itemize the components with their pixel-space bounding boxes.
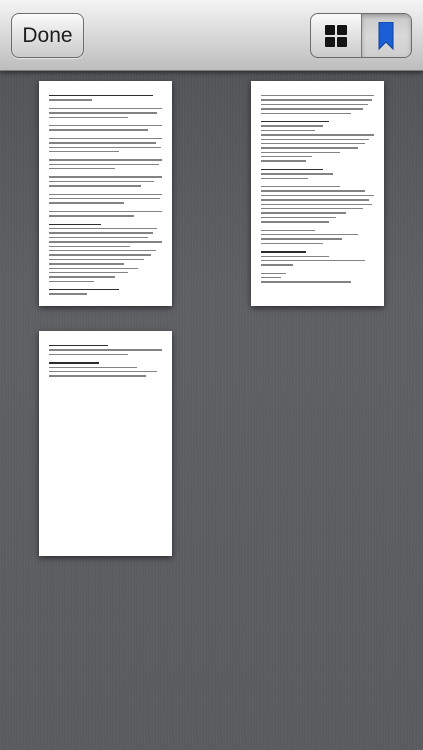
text-line (261, 112, 352, 114)
text-line (49, 254, 151, 256)
text-line (261, 194, 374, 197)
text-line (261, 103, 369, 106)
text-line (261, 264, 293, 266)
text-line (261, 221, 329, 223)
text-line (261, 233, 359, 236)
text-line (49, 99, 92, 101)
text-line (261, 190, 365, 192)
text-line (49, 249, 157, 252)
text-line (49, 124, 162, 127)
text-line (261, 99, 372, 101)
text-line (261, 186, 341, 188)
text-line (49, 353, 129, 356)
text-line (49, 180, 155, 183)
text-line (261, 272, 286, 275)
text-line (49, 137, 162, 140)
text-line (49, 263, 124, 265)
text-line (49, 202, 124, 204)
text-line (49, 375, 147, 377)
text-line (49, 258, 144, 261)
grid-icon (324, 24, 347, 47)
text-line (261, 177, 309, 180)
text-line (261, 281, 352, 283)
text-line (49, 198, 160, 200)
text-line (261, 120, 329, 123)
text-line (261, 147, 359, 149)
text-line (49, 193, 162, 196)
page-text-lines (261, 95, 374, 286)
text-line (49, 345, 108, 347)
text-line (261, 108, 363, 110)
page-thumbnail-3[interactable] (39, 331, 172, 556)
text-line (49, 95, 153, 97)
text-line (261, 216, 336, 219)
text-line (49, 150, 120, 153)
bookmark-icon (378, 21, 394, 50)
text-line (49, 276, 115, 278)
text-line (261, 259, 365, 262)
text-line (261, 238, 343, 240)
text-line (261, 173, 334, 175)
text-line (261, 242, 324, 245)
text-line (49, 159, 162, 161)
grid-view-button[interactable] (311, 14, 361, 57)
bookmarks-view-button[interactable] (360, 14, 411, 57)
text-line (261, 207, 363, 210)
text-line (49, 362, 99, 364)
text-line (49, 210, 162, 213)
text-line (49, 271, 129, 274)
text-line (261, 156, 312, 158)
text-line (49, 185, 141, 187)
top-toolbar: Done (0, 0, 423, 71)
text-line (261, 151, 341, 154)
view-mode-segmented-control (310, 13, 412, 58)
text-line (49, 176, 162, 178)
page-thumbnail-2[interactable] (251, 81, 384, 306)
text-line (49, 236, 149, 239)
text-line (49, 280, 95, 283)
text-line (49, 289, 120, 291)
text-line (49, 232, 153, 234)
text-line (261, 203, 372, 205)
text-line (49, 227, 158, 230)
page-text-lines (49, 95, 162, 298)
text-line (49, 107, 162, 110)
text-line (49, 245, 131, 247)
text-line (49, 168, 115, 170)
text-line (261, 255, 329, 257)
text-line (261, 95, 374, 97)
text-line (49, 129, 149, 131)
text-line (49, 223, 101, 225)
text-line (49, 116, 129, 118)
done-button[interactable]: Done (11, 13, 84, 58)
text-line (261, 168, 324, 171)
text-line (261, 134, 374, 136)
text-line (49, 293, 88, 295)
page-text-lines (49, 345, 162, 380)
text-line (49, 112, 158, 114)
text-line (49, 146, 161, 148)
text-line (49, 241, 162, 243)
text-line (261, 125, 324, 127)
text-line (261, 142, 365, 145)
text-line (261, 277, 282, 279)
text-line (49, 163, 159, 166)
text-line (49, 267, 139, 269)
page-thumbnail-1[interactable] (39, 81, 172, 306)
text-line (261, 129, 316, 132)
text-line (261, 138, 370, 140)
text-line (49, 366, 138, 368)
text-line (49, 349, 162, 351)
text-line (261, 251, 307, 253)
text-line (49, 142, 157, 144)
text-line (49, 370, 158, 373)
text-line (261, 212, 346, 214)
text-line (261, 160, 307, 162)
text-line (49, 215, 134, 217)
text-line (261, 199, 370, 201)
text-line (261, 229, 316, 231)
